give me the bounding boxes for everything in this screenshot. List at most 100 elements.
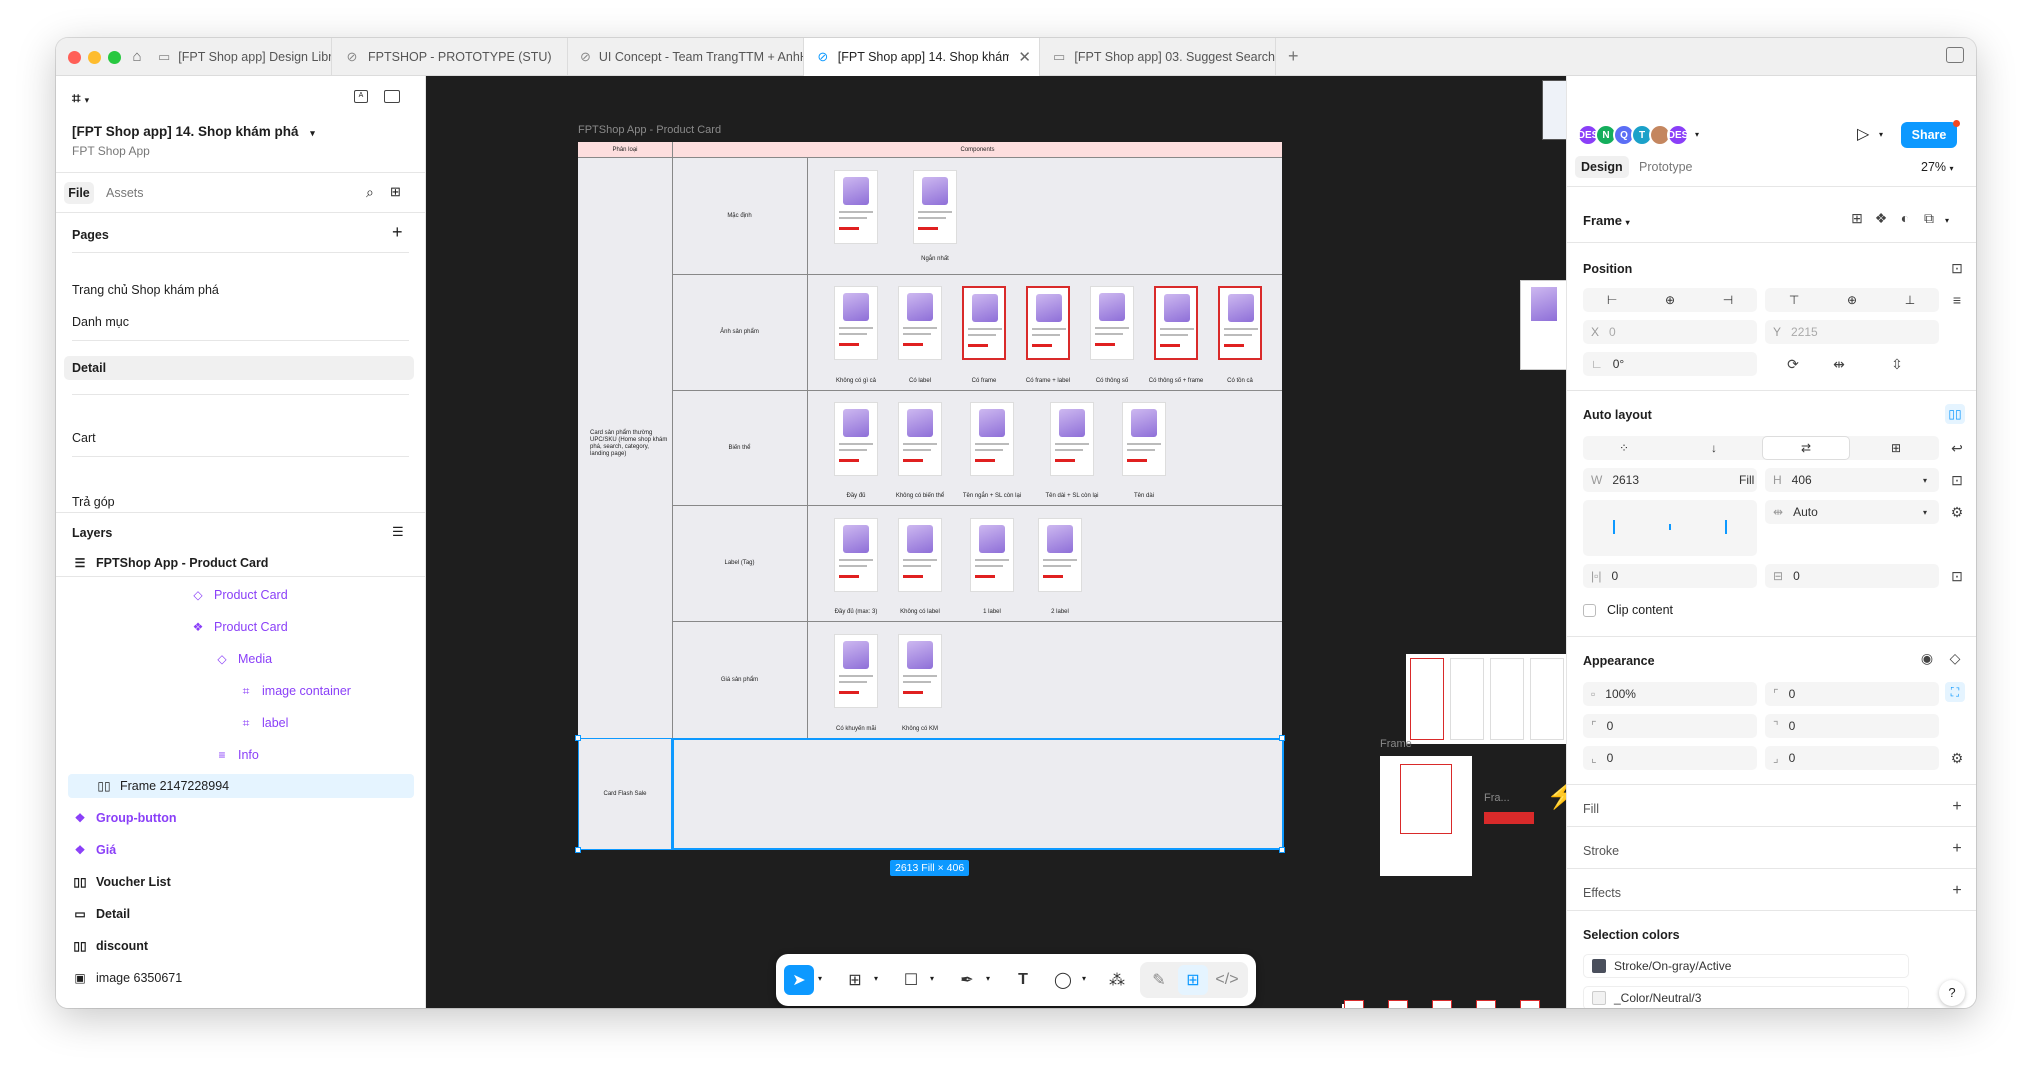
- close-tab-icon[interactable]: ✕: [1018, 48, 1031, 66]
- avatar[interactable]: DES: [1667, 124, 1689, 146]
- layer-row[interactable]: ▯▯ discount: [72, 935, 148, 957]
- corner-radius-field[interactable]: ⌜ 0: [1765, 682, 1939, 706]
- wrap-toggle-icon[interactable]: ↩: [1947, 440, 1967, 457]
- add-stroke-icon[interactable]: +: [1947, 840, 1967, 858]
- product-card-thumbnail[interactable]: [834, 402, 878, 476]
- frame-type-dropdown[interactable]: Frame ▾: [1583, 213, 1630, 228]
- canvas[interactable]: FPTShop App - Product Card Phân loại Com…: [426, 76, 1566, 1008]
- flip-vertical-icon[interactable]: ⇳: [1887, 356, 1907, 373]
- layer-row[interactable]: ⌗ label: [238, 712, 289, 734]
- grid-icon[interactable]: ⊞: [1847, 210, 1867, 227]
- layer-row[interactable]: ❖ Group-button: [72, 807, 177, 829]
- layer-row[interactable]: ❖ Product Card: [190, 616, 288, 638]
- chevron-down-icon[interactable]: ▾: [1879, 130, 1883, 139]
- page-item[interactable]: Trả góp: [72, 495, 115, 509]
- design-mode-button[interactable]: ⊞: [1178, 965, 1208, 995]
- tab-assets[interactable]: Assets: [106, 182, 144, 204]
- new-tab-icon[interactable]: +: [1288, 46, 1299, 67]
- chevron-down-icon[interactable]: ▾: [1695, 130, 1699, 139]
- corner-bottom-left-field[interactable]: ⌞ 0: [1583, 746, 1757, 770]
- x-position-field[interactable]: X0: [1583, 320, 1757, 344]
- flash-sale-card-preview[interactable]: [1380, 756, 1472, 876]
- chevron-down-icon[interactable]: ▾: [874, 974, 878, 983]
- shape-tool-button[interactable]: ☐: [896, 965, 926, 995]
- width-field[interactable]: W 2613 Fill: [1583, 468, 1757, 492]
- flash-sale-strip[interactable]: [1406, 654, 1566, 744]
- clip-content-checkbox[interactable]: [1583, 604, 1596, 617]
- add-page-icon[interactable]: +: [392, 222, 403, 243]
- chevron-down-icon[interactable]: ▾: [986, 974, 990, 983]
- tab-suggest-search[interactable]: ▭ [FPT Shop app] 03. Suggest Search: [1040, 38, 1276, 76]
- product-card-thumbnail[interactable]: [1218, 286, 1262, 360]
- eye-icon[interactable]: ◉: [1917, 650, 1937, 667]
- product-card-thumbnail[interactable]: [962, 286, 1006, 360]
- individual-padding-icon[interactable]: ⊡: [1947, 568, 1967, 585]
- comment-tool-button[interactable]: ◯: [1048, 965, 1078, 995]
- constraints-icon[interactable]: ⊡: [1947, 260, 1967, 277]
- wrap-icon[interactable]: ⁘: [1619, 441, 1629, 455]
- library-icon[interactable]: ⊞: [390, 184, 401, 200]
- chevron-down-icon[interactable]: ▾: [1945, 216, 1949, 225]
- align-right-icon[interactable]: ⊣: [1723, 293, 1733, 307]
- zoom-level[interactable]: 27% ▾: [1921, 156, 1954, 178]
- page-item-selected[interactable]: Detail: [64, 356, 414, 380]
- canvas-thumbnail[interactable]: [1520, 280, 1566, 370]
- layer-row[interactable]: ❖ Giá: [72, 839, 117, 861]
- align-bottom-icon[interactable]: ⊥: [1905, 293, 1915, 307]
- layer-row[interactable]: ◇ Product Card: [190, 584, 287, 606]
- product-card-thumbnail[interactable]: [970, 402, 1014, 476]
- product-card-thumbnail[interactable]: [834, 286, 878, 360]
- product-card-thumbnail[interactable]: [1038, 518, 1082, 592]
- layer-row[interactable]: ⌗ image container: [238, 680, 351, 702]
- product-card-thumbnail[interactable]: [898, 402, 942, 476]
- rotate-icon[interactable]: ⟳: [1783, 356, 1803, 373]
- alignment-grid[interactable]: [1583, 500, 1757, 556]
- auto-layout-toggle-icon[interactable]: ▯▯: [1945, 404, 1965, 424]
- corner-bottom-right-field[interactable]: ⌟ 0: [1765, 746, 1939, 770]
- layout-icon[interactable]: [1946, 47, 1964, 63]
- tab-prototype[interactable]: ⊘ FPTSHOP - PROTOTYPE (STU): [332, 38, 568, 76]
- tab-design-library[interactable]: ▭[FPT Shop app] Design Library: [146, 38, 332, 76]
- product-card-thumbnail[interactable]: [1154, 286, 1198, 360]
- horizontal-direction-icon[interactable]: ⇄: [1763, 437, 1849, 459]
- product-card-thumbnail[interactable]: [834, 518, 878, 592]
- page-item[interactable]: Danh mục: [72, 315, 129, 329]
- product-card-thumbnail[interactable]: [834, 634, 878, 708]
- product-card-thumbnail[interactable]: [834, 170, 878, 244]
- add-effect-icon[interactable]: +: [1947, 882, 1967, 900]
- page-item[interactable]: Cart: [72, 431, 96, 445]
- chevron-down-icon[interactable]: ▾: [930, 974, 934, 983]
- product-card-thumbnail[interactable]: [898, 634, 942, 708]
- frame-tool-button[interactable]: ⊞: [840, 965, 870, 995]
- product-card-thumbnail[interactable]: [898, 286, 942, 360]
- text-tool-button[interactable]: T: [1008, 965, 1038, 995]
- product-card-frame[interactable]: Phân loại Components Card sản phẩm thườn…: [578, 142, 1282, 738]
- layer-row[interactable]: ▣ image 6350671: [72, 967, 182, 989]
- chevron-down-icon[interactable]: ▾: [1082, 974, 1086, 983]
- zoom-window-button[interactable]: [108, 51, 121, 64]
- product-card-thumbnail[interactable]: [1122, 402, 1166, 476]
- mask-icon[interactable]: ◐: [1895, 210, 1915, 226]
- grid-layout-icon[interactable]: ⊞: [1891, 441, 1901, 455]
- horizontal-padding-field[interactable]: |▫| 0: [1583, 564, 1757, 588]
- search-icon[interactable]: ⌕: [366, 184, 374, 201]
- align-middle-icon[interactable]: ⊕: [1847, 293, 1857, 307]
- vertical-direction-icon[interactable]: ↓: [1711, 441, 1717, 455]
- sidebar-toggle-icon[interactable]: [384, 90, 400, 103]
- page-item[interactable]: Trang chủ Shop khám phá: [72, 283, 219, 297]
- present-play-icon[interactable]: ▷: [1857, 124, 1869, 144]
- figma-menu-icon[interactable]: ⌗ ▾: [72, 90, 89, 107]
- font-icon[interactable]: A: [354, 90, 368, 103]
- layer-row[interactable]: ☰ FPTShop App - Product Card: [72, 552, 269, 574]
- tab-design[interactable]: Design: [1575, 156, 1629, 178]
- layer-row[interactable]: ◇ Media: [214, 648, 272, 670]
- align-center-icon[interactable]: ⊕: [1665, 293, 1675, 307]
- dev-mode-button[interactable]: </>: [1212, 965, 1242, 995]
- independent-corners-icon[interactable]: ⛶: [1945, 682, 1965, 702]
- minimize-window-button[interactable]: [88, 51, 101, 64]
- draw-mode-button[interactable]: ✎: [1144, 965, 1174, 995]
- layer-row[interactable]: ▯▯ Voucher List: [72, 871, 170, 893]
- move-tool-button[interactable]: ➤: [784, 965, 814, 995]
- home-icon[interactable]: ⌂: [128, 48, 146, 66]
- advanced-settings-icon[interactable]: ⚙: [1947, 504, 1967, 521]
